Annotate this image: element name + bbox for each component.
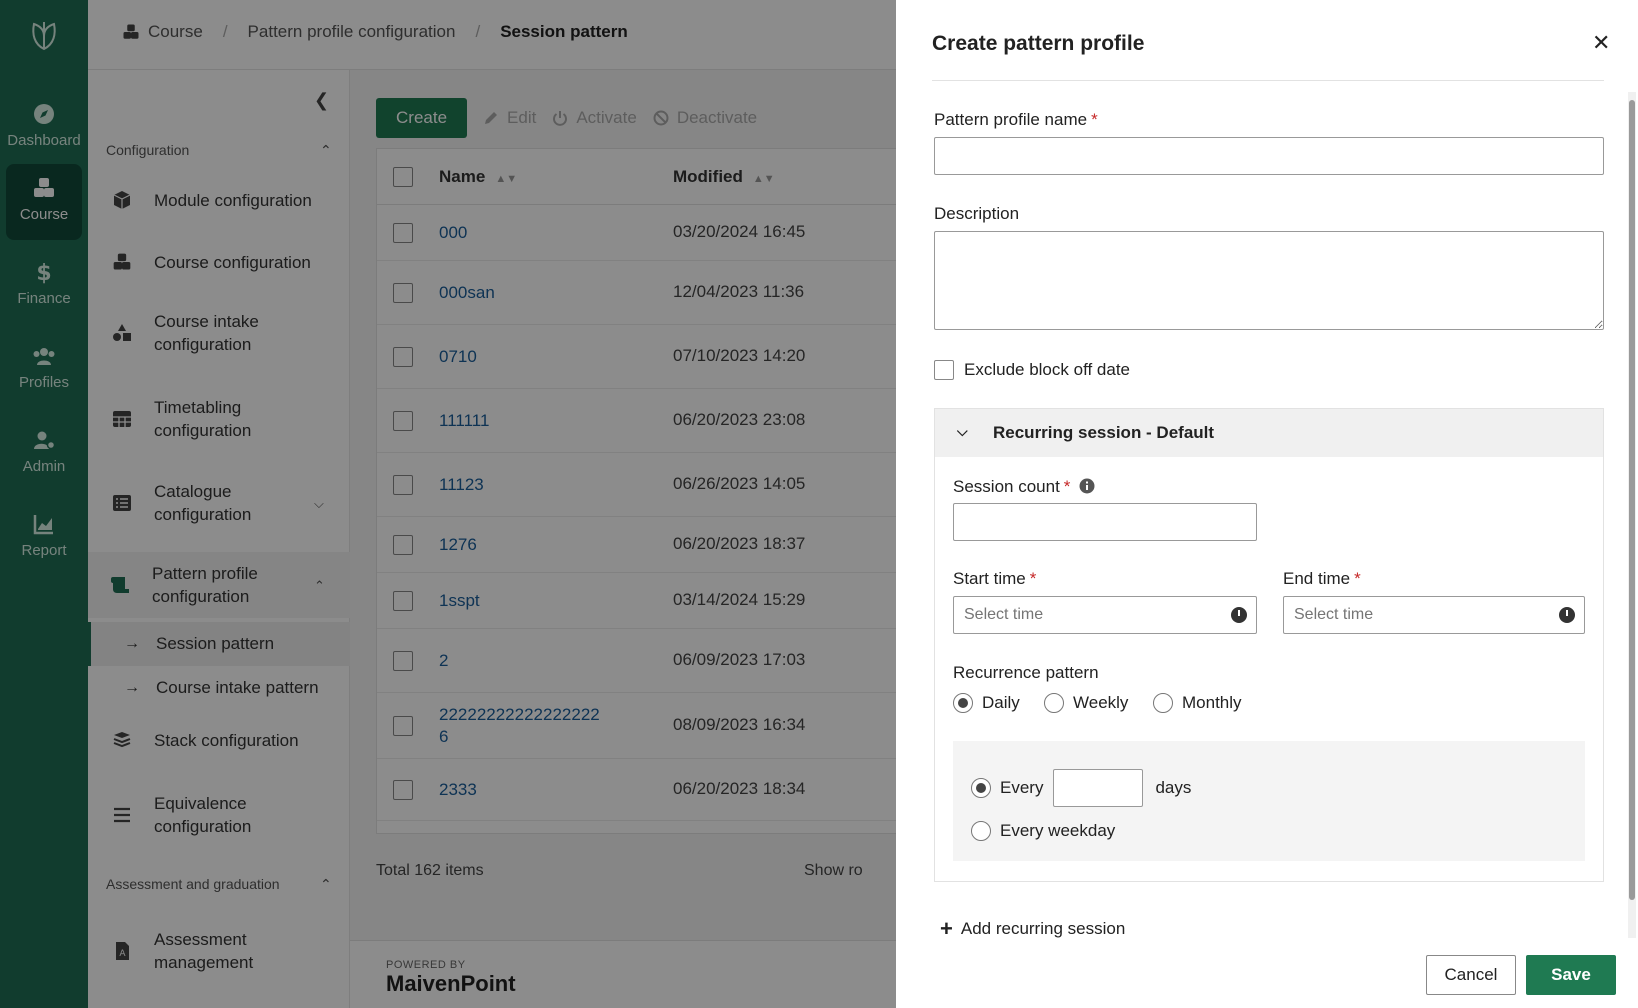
- divider: [932, 80, 1604, 81]
- label-text: Start time: [953, 569, 1026, 588]
- radio-every-weekday[interactable]: [971, 821, 991, 841]
- cancel-button[interactable]: Cancel: [1426, 955, 1516, 995]
- save-button[interactable]: Save: [1526, 955, 1616, 995]
- radio-every-n-days[interactable]: [971, 778, 991, 798]
- close-icon[interactable]: ✕: [1592, 30, 1610, 56]
- end-time-label: End time *: [1283, 569, 1361, 589]
- radio-daily[interactable]: [953, 693, 973, 713]
- recurrence-monthly[interactable]: Monthly: [1153, 693, 1242, 713]
- days-label: days: [1155, 778, 1192, 797]
- start-time-input[interactable]: [953, 596, 1257, 634]
- description-textarea[interactable]: [934, 231, 1604, 330]
- label-text: Pattern profile name: [934, 110, 1088, 129]
- pattern-profile-name-input[interactable]: [934, 137, 1604, 175]
- add-recurring-session-button[interactable]: + Add recurring session: [940, 916, 1125, 942]
- recurrence-weekly[interactable]: Weekly: [1044, 693, 1128, 713]
- scrollbar-thumb[interactable]: [1629, 100, 1635, 900]
- session-count-label: Session count *: [953, 477, 1095, 497]
- label-text: Session count: [953, 477, 1060, 496]
- radio-label: Every: [1000, 778, 1044, 797]
- required-marker: *: [1354, 569, 1361, 588]
- required-marker: *: [1091, 110, 1098, 129]
- exclude-block-off-checkbox[interactable]: [934, 360, 954, 380]
- info-icon[interactable]: [1079, 478, 1095, 494]
- every-days-input[interactable]: [1053, 769, 1144, 807]
- recurring-session-header[interactable]: ⌵ Recurring session - Default: [935, 409, 1603, 457]
- label-text: End time: [1283, 569, 1351, 588]
- daily-options-box: Every days Every weekday: [953, 741, 1585, 861]
- exclude-block-off-date[interactable]: Exclude block off date: [934, 360, 1130, 380]
- description-label: Description: [934, 204, 1020, 223]
- drawer-scrollbar[interactable]: [1628, 92, 1636, 938]
- plus-icon: +: [940, 916, 953, 941]
- required-marker: *: [1063, 477, 1071, 496]
- clock-icon[interactable]: [1559, 607, 1575, 623]
- radio-monthly[interactable]: [1153, 693, 1173, 713]
- radio-label: Every weekday: [1000, 821, 1116, 840]
- every-n-days-option[interactable]: Every days: [971, 769, 1191, 807]
- add-recurring-label: Add recurring session: [960, 919, 1126, 938]
- chevron-down-icon: ⌵: [957, 423, 968, 439]
- required-marker: *: [1029, 569, 1037, 588]
- recurrence-daily[interactable]: Daily: [953, 693, 1020, 713]
- end-time-input[interactable]: [1283, 596, 1585, 634]
- start-time-label: Start time *: [953, 569, 1036, 589]
- checkbox-label: Exclude block off date: [964, 360, 1131, 379]
- create-pattern-profile-drawer: Create pattern profile ✕ Pattern profile…: [896, 0, 1638, 1008]
- pattern-profile-name-label: Pattern profile name *: [934, 110, 1098, 130]
- every-weekday-option[interactable]: Every weekday: [971, 821, 1115, 841]
- modal-overlay[interactable]: [0, 0, 896, 1008]
- session-count-input[interactable]: [953, 503, 1257, 541]
- radio-label: Weekly: [1073, 693, 1129, 712]
- clock-icon[interactable]: [1231, 607, 1247, 623]
- panel-title: Recurring session - Default: [993, 423, 1215, 442]
- radio-label: Daily: [982, 693, 1020, 712]
- recurrence-pattern-label: Recurrence pattern: [953, 663, 1099, 682]
- radio-weekly[interactable]: [1044, 693, 1064, 713]
- recurring-session-panel: ⌵ Recurring session - Default Session co…: [934, 408, 1604, 882]
- drawer-title: Create pattern profile: [932, 32, 1145, 55]
- radio-label: Monthly: [1182, 693, 1242, 712]
